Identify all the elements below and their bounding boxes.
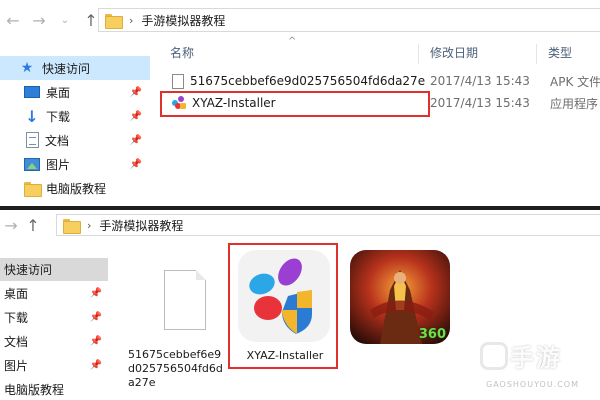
chevron-right-icon[interactable]: › bbox=[87, 219, 91, 232]
sidebar-item-pictures[interactable]: 图片 📌 bbox=[0, 152, 150, 176]
sidebar-item-label: 桌面 bbox=[4, 287, 29, 301]
address-bar[interactable]: › 手游模拟器教程 bbox=[98, 8, 600, 32]
file-row[interactable]: 51675cebbef6e9d025756504fd6da27e 2017/4/… bbox=[162, 70, 600, 92]
document-icon bbox=[26, 132, 39, 148]
column-header-type[interactable]: 类型 bbox=[548, 40, 572, 64]
pin-icon[interactable]: 📌 bbox=[130, 111, 142, 122]
sidebar-item-label: 下载 bbox=[4, 311, 29, 325]
pin-icon[interactable]: 📌 bbox=[90, 312, 102, 323]
toolbar-row: → ↑ › 手游模拟器教程 bbox=[0, 210, 600, 240]
file-type: APK 文件 bbox=[550, 74, 600, 89]
sidebar-item-label: 快速访问 bbox=[4, 263, 53, 277]
sidebar-item-documents[interactable]: 文档 📌 bbox=[0, 128, 150, 152]
explorer-window-top: ← → ⌄ ↑ › 手游模拟器教程 ★ 快速访问 桌面 📌 ↓ 下载 📌 文档 … bbox=[0, 0, 600, 206]
sidebar-item-quick-access[interactable]: 快速访问 bbox=[0, 258, 108, 281]
address-bar[interactable]: › 手游模拟器教程 bbox=[56, 214, 600, 236]
highlight-box bbox=[160, 91, 430, 117]
sidebar-item-tutorial-folder[interactable]: 电脑版教程 bbox=[0, 176, 150, 200]
tile-label[interactable]: 51675cebbef6e9d025756504fd6da27e bbox=[128, 348, 228, 390]
sidebar-item-label: 快速访问 bbox=[42, 61, 91, 76]
navigation-pane: 快速访问 桌面 📌 下载 📌 文档 📌 图片 📌 电脑版教程 bbox=[0, 258, 108, 400]
folder-icon bbox=[105, 13, 123, 29]
badge-360: 360 bbox=[418, 327, 446, 342]
sidebar-item-label: 文档 bbox=[4, 335, 29, 349]
column-header-name[interactable]: 名称 bbox=[170, 40, 194, 64]
column-header-modified[interactable]: 修改日期 bbox=[430, 40, 478, 64]
highlight-box bbox=[228, 243, 338, 369]
sidebar-item-quick-access[interactable]: ★ 快速访问 bbox=[0, 56, 150, 80]
file-type: 应用程序 bbox=[550, 96, 599, 111]
sidebar-item-desktop[interactable]: 桌面 📌 bbox=[0, 282, 108, 305]
sidebar-item-label: 下载 bbox=[46, 109, 71, 124]
watermark: 手游 GAOSHOUYOU.COM bbox=[480, 338, 596, 394]
chevron-right-icon[interactable]: › bbox=[129, 14, 133, 27]
desktop-icon bbox=[24, 86, 40, 98]
pin-icon[interactable]: 📌 bbox=[130, 87, 142, 98]
column-divider[interactable] bbox=[418, 44, 419, 64]
recent-dropdown-icon[interactable]: ⌄ bbox=[52, 7, 78, 33]
folder-icon bbox=[63, 218, 81, 234]
pin-icon[interactable]: 📌 bbox=[130, 135, 142, 146]
brand-logo-icon bbox=[480, 342, 508, 370]
sidebar-item-label: 文档 bbox=[45, 133, 70, 148]
navigation-pane: ★ 快速访问 桌面 📌 ↓ 下载 📌 文档 📌 图片 📌 电脑版教程 bbox=[0, 40, 150, 206]
sidebar-item-label: 桌面 bbox=[46, 85, 71, 100]
sidebar-item-label: 图片 bbox=[4, 359, 29, 373]
file-name: 51675cebbef6e9d025756504fd6da27e bbox=[190, 74, 426, 88]
star-icon: ★ bbox=[20, 60, 34, 76]
sidebar-item-label: 电脑版教程 bbox=[46, 181, 107, 196]
watermark-sub: GAOSHOUYOU.COM bbox=[486, 380, 580, 389]
tile-label[interactable]: 仙魔神迹 bbox=[352, 374, 432, 388]
up-arrow-icon[interactable]: ↑ bbox=[22, 212, 44, 238]
toolbar-row: ← → ⌄ ↑ › 手游模拟器教程 bbox=[0, 0, 600, 40]
sort-up-icon: ^ bbox=[288, 36, 297, 47]
sidebar-item-tutorial-folder[interactable]: 电脑版教程 bbox=[0, 378, 108, 400]
breadcrumb-folder[interactable]: 手游模拟器教程 bbox=[141, 12, 225, 29]
sidebar-item-label: 电脑版教程 bbox=[4, 383, 65, 397]
folder-icon bbox=[24, 181, 42, 197]
file-date: 2017/4/13 15:43 bbox=[430, 74, 530, 88]
blank-file-icon bbox=[172, 73, 184, 89]
pin-icon[interactable]: 📌 bbox=[90, 288, 102, 299]
pin-icon[interactable]: 📌 bbox=[90, 360, 102, 371]
column-divider[interactable] bbox=[536, 44, 537, 64]
pin-icon[interactable]: 📌 bbox=[90, 336, 102, 347]
blank-file-icon[interactable] bbox=[164, 270, 206, 330]
sidebar-item-documents[interactable]: 文档 📌 bbox=[0, 330, 108, 353]
forward-arrow-icon[interactable]: → bbox=[0, 212, 22, 238]
sidebar-item-downloads[interactable]: ↓ 下载 📌 bbox=[0, 104, 150, 128]
pin-icon[interactable]: 📌 bbox=[130, 159, 142, 170]
file-list: ^ 名称 修改日期 类型 51675cebbef6e9d025756504fd6… bbox=[150, 36, 600, 206]
game-icon[interactable]: 360 bbox=[350, 250, 450, 344]
sidebar-item-desktop[interactable]: 桌面 📌 bbox=[0, 80, 150, 104]
sidebar-item-downloads[interactable]: 下载 📌 bbox=[0, 306, 108, 329]
sidebar-item-label: 图片 bbox=[46, 157, 71, 172]
download-arrow-icon: ↓ bbox=[25, 106, 39, 126]
back-arrow-icon[interactable]: ← bbox=[0, 7, 26, 33]
file-date: 2017/4/13 15:43 bbox=[430, 96, 530, 110]
forward-arrow-icon[interactable]: → bbox=[26, 7, 52, 33]
pictures-icon bbox=[24, 157, 40, 171]
sidebar-item-pictures[interactable]: 图片 📌 bbox=[0, 354, 108, 377]
breadcrumb-folder[interactable]: 手游模拟器教程 bbox=[99, 217, 183, 234]
watermark-brand: 手游 bbox=[510, 344, 562, 372]
